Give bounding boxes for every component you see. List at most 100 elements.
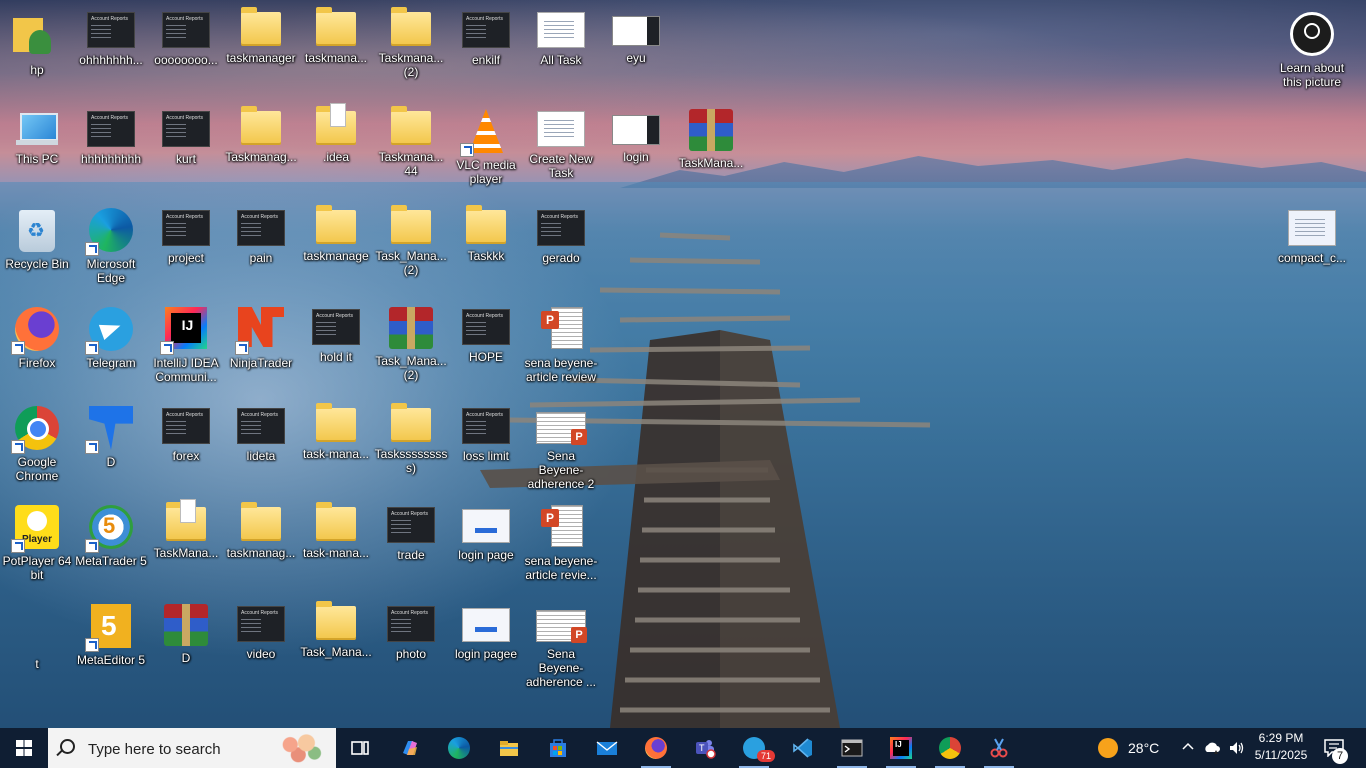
microsoft-store-icon bbox=[550, 739, 566, 757]
taskbar-telegram[interactable]: 71 bbox=[731, 728, 777, 768]
desktop-icon-create-new-task[interactable]: Create New Task bbox=[524, 105, 598, 180]
desktop-icon-kurt[interactable]: kurt bbox=[149, 105, 223, 166]
file-explorer-icon bbox=[500, 741, 518, 756]
show-hidden-icons-button[interactable] bbox=[1178, 728, 1198, 768]
volume-button[interactable] bbox=[1226, 728, 1248, 768]
desktop-icon-hp[interactable]: hp bbox=[0, 6, 74, 77]
taskbar-intellij[interactable]: IJ bbox=[878, 728, 924, 768]
taskbar-teams[interactable]: T bbox=[682, 728, 728, 768]
desktop-icon-gerado[interactable]: gerado bbox=[524, 204, 598, 265]
weather-widget[interactable]: 28°C bbox=[1094, 728, 1164, 768]
page-thumbnail-icon bbox=[612, 115, 660, 145]
desktop-icon-tasksss[interactable]: Tasksssssssss) bbox=[374, 402, 448, 475]
desktop-icon-label: HOPE bbox=[468, 350, 503, 364]
desktop-icon-metatrader5[interactable]: MetaTrader 5 bbox=[74, 501, 148, 568]
desktop-icon-taskmanag[interactable]: Taskmanag... bbox=[224, 105, 298, 164]
desktop-icon-intellij[interactable]: IntelliJ IDEA Communi... bbox=[149, 303, 223, 384]
taskbar-search-box[interactable] bbox=[48, 728, 336, 768]
desktop-icon-metaeditor5[interactable]: MetaEditor 5 bbox=[74, 600, 148, 667]
desktop-icon-d-app[interactable]: D bbox=[74, 402, 148, 469]
desktop-icon-vlc[interactable]: VLC media player bbox=[449, 105, 523, 186]
desktop-icon-taskmanager[interactable]: taskmanager bbox=[224, 6, 298, 65]
desktop-icon-all-task[interactable]: All Task bbox=[524, 6, 598, 67]
desktop-icon-photo[interactable]: photo bbox=[374, 600, 448, 661]
desktop-icon-loss-limit[interactable]: loss limit bbox=[449, 402, 523, 463]
taskbar-microsoft-store[interactable] bbox=[535, 728, 581, 768]
desktop-icon-label: login bbox=[623, 150, 649, 164]
taskbar-mail[interactable] bbox=[584, 728, 630, 768]
taskbar-vscode[interactable] bbox=[780, 728, 826, 768]
desktop-icon-learn-about-picture[interactable]: Learn about this picture bbox=[1274, 2, 1350, 89]
desktop-icon-taskmana[interactable]: taskmana... bbox=[299, 6, 373, 65]
desktop-icon-hope[interactable]: HOPE bbox=[449, 303, 523, 364]
folder-icon bbox=[391, 7, 431, 46]
desktop-icon-label: D bbox=[181, 651, 191, 665]
taskbar-file-explorer[interactable] bbox=[486, 728, 532, 768]
desktop-icon-taskkk[interactable]: Taskkk bbox=[449, 204, 523, 263]
desktop-icon-lideta[interactable]: lideta bbox=[224, 402, 298, 463]
desktop-icon-taskmanage[interactable]: taskmanage bbox=[299, 204, 373, 263]
desktop-icon-sena-article-revie[interactable]: P sena beyene- article revie... bbox=[524, 501, 598, 582]
taskbar-chrome[interactable] bbox=[927, 728, 973, 768]
desktop-icon-label: Google Chrome bbox=[15, 455, 59, 483]
desktop-icon-oooo[interactable]: oooooooo... bbox=[149, 6, 223, 67]
desktop-icon-telegram[interactable]: Telegram bbox=[74, 303, 148, 370]
desktop-icon-label: Firefox bbox=[18, 356, 56, 370]
taskbar-firefox[interactable] bbox=[633, 728, 679, 768]
desktop-icon-label: IntelliJ IDEA Communi... bbox=[153, 356, 219, 384]
desktop-icon-enkilf[interactable]: enkilf bbox=[449, 6, 523, 67]
desktop-icon-potplayer[interactable]: PotPlayer 64 bit bbox=[0, 501, 74, 582]
desktop-icon-video[interactable]: video bbox=[224, 600, 298, 661]
desktop-icon-taskmanag-2[interactable]: taskmanag... bbox=[224, 501, 298, 560]
desktop-icon-project[interactable]: project bbox=[149, 204, 223, 265]
desktop-icon-login[interactable]: login bbox=[599, 105, 673, 164]
taskbar-terminal[interactable] bbox=[829, 728, 875, 768]
desktop-icon-taskmana-doc[interactable]: TaskMana... bbox=[149, 499, 223, 560]
desktop-icon-hold-it[interactable]: hold it bbox=[299, 303, 373, 364]
desktop-icon-taskmana-2[interactable]: Taskmana... (2) bbox=[374, 6, 448, 79]
desktop-icon-taskmana-44[interactable]: Taskmana... 44 bbox=[374, 105, 448, 178]
desktop-icon-trade[interactable]: trade bbox=[374, 501, 448, 562]
desktop-icon-ohhh[interactable]: ohhhhhhh... bbox=[74, 6, 148, 67]
desktop-icon-microsoft-edge[interactable]: Microsoft Edge bbox=[74, 204, 148, 285]
notification-center-button[interactable]: 7 bbox=[1318, 728, 1358, 768]
snipping-tool-icon bbox=[990, 738, 1008, 758]
network-button[interactable] bbox=[1200, 728, 1224, 768]
desktop-icon-forex[interactable]: forex bbox=[149, 402, 223, 463]
desktop-icon-task-mana-3[interactable]: Task_Mana... bbox=[299, 600, 373, 659]
desktop-icon-firefox[interactable]: Firefox bbox=[0, 303, 74, 370]
desktop-icon-google-chrome[interactable]: Google Chrome bbox=[0, 402, 74, 483]
desktop-icon-login-page[interactable]: login page bbox=[449, 501, 523, 562]
desktop-icon-pain[interactable]: pain bbox=[224, 204, 298, 265]
desktop-icon-t[interactable]: t bbox=[0, 600, 74, 671]
desktop-icon-taskmana-archive[interactable]: TaskMana... bbox=[674, 105, 748, 170]
desktop-icon-label: Sena Beyene- adherence ... bbox=[525, 647, 597, 689]
start-button[interactable] bbox=[0, 728, 48, 768]
desktop-icon-label: hhhhhhhhh bbox=[80, 152, 142, 166]
desktop-icon-compact[interactable]: compact_c... bbox=[1274, 204, 1350, 265]
taskbar-task-view[interactable] bbox=[337, 728, 383, 768]
taskbar-copilot[interactable] bbox=[387, 728, 433, 768]
desktop-icon-sena-article-review[interactable]: P sena beyene- article review bbox=[524, 303, 598, 384]
desktop-icon-idea[interactable]: .idea bbox=[299, 103, 373, 164]
desktop-icon-d-archive[interactable]: D bbox=[149, 600, 223, 665]
desktop-icon-label: taskmana... bbox=[304, 51, 368, 65]
desktop-icon-hhhh[interactable]: hhhhhhhhh bbox=[74, 105, 148, 166]
desktop-icon-recycle-bin[interactable]: Recycle Bin bbox=[0, 204, 74, 271]
desktop-icon-sena-adherence-2[interactable]: P Sena Beyene- adherence 2 bbox=[524, 402, 598, 491]
desktop-icon-task-mana-2[interactable]: task-mana... bbox=[299, 501, 373, 560]
desktop-icon-eyu[interactable]: eyu bbox=[599, 6, 673, 65]
taskbar-edge[interactable] bbox=[436, 728, 482, 768]
desktop-icon-sena-adherence[interactable]: P Sena Beyene- adherence ... bbox=[524, 600, 598, 689]
desktop-icon-login-pagee[interactable]: login pagee bbox=[449, 600, 523, 661]
desktop-icon-this-pc[interactable]: This PC bbox=[0, 105, 74, 166]
report-thumbnail-icon bbox=[87, 12, 135, 48]
desktop-icon-ninjatrader[interactable]: NinjaTrader bbox=[224, 303, 298, 370]
taskbar-clock[interactable]: 6:29 PM 5/11/2025 bbox=[1250, 730, 1312, 764]
search-input[interactable] bbox=[86, 736, 270, 762]
taskbar-snipping-tool[interactable] bbox=[976, 728, 1022, 768]
desktop-icon-task-mana-archive[interactable]: Task_Mana... (2) bbox=[374, 303, 448, 382]
desktop-icon-label: trade bbox=[397, 548, 425, 562]
desktop-icon-task-mana[interactable]: task-mana... bbox=[299, 402, 373, 461]
desktop-icon-task-mana-2b[interactable]: Task_Mana... (2) bbox=[374, 204, 448, 277]
